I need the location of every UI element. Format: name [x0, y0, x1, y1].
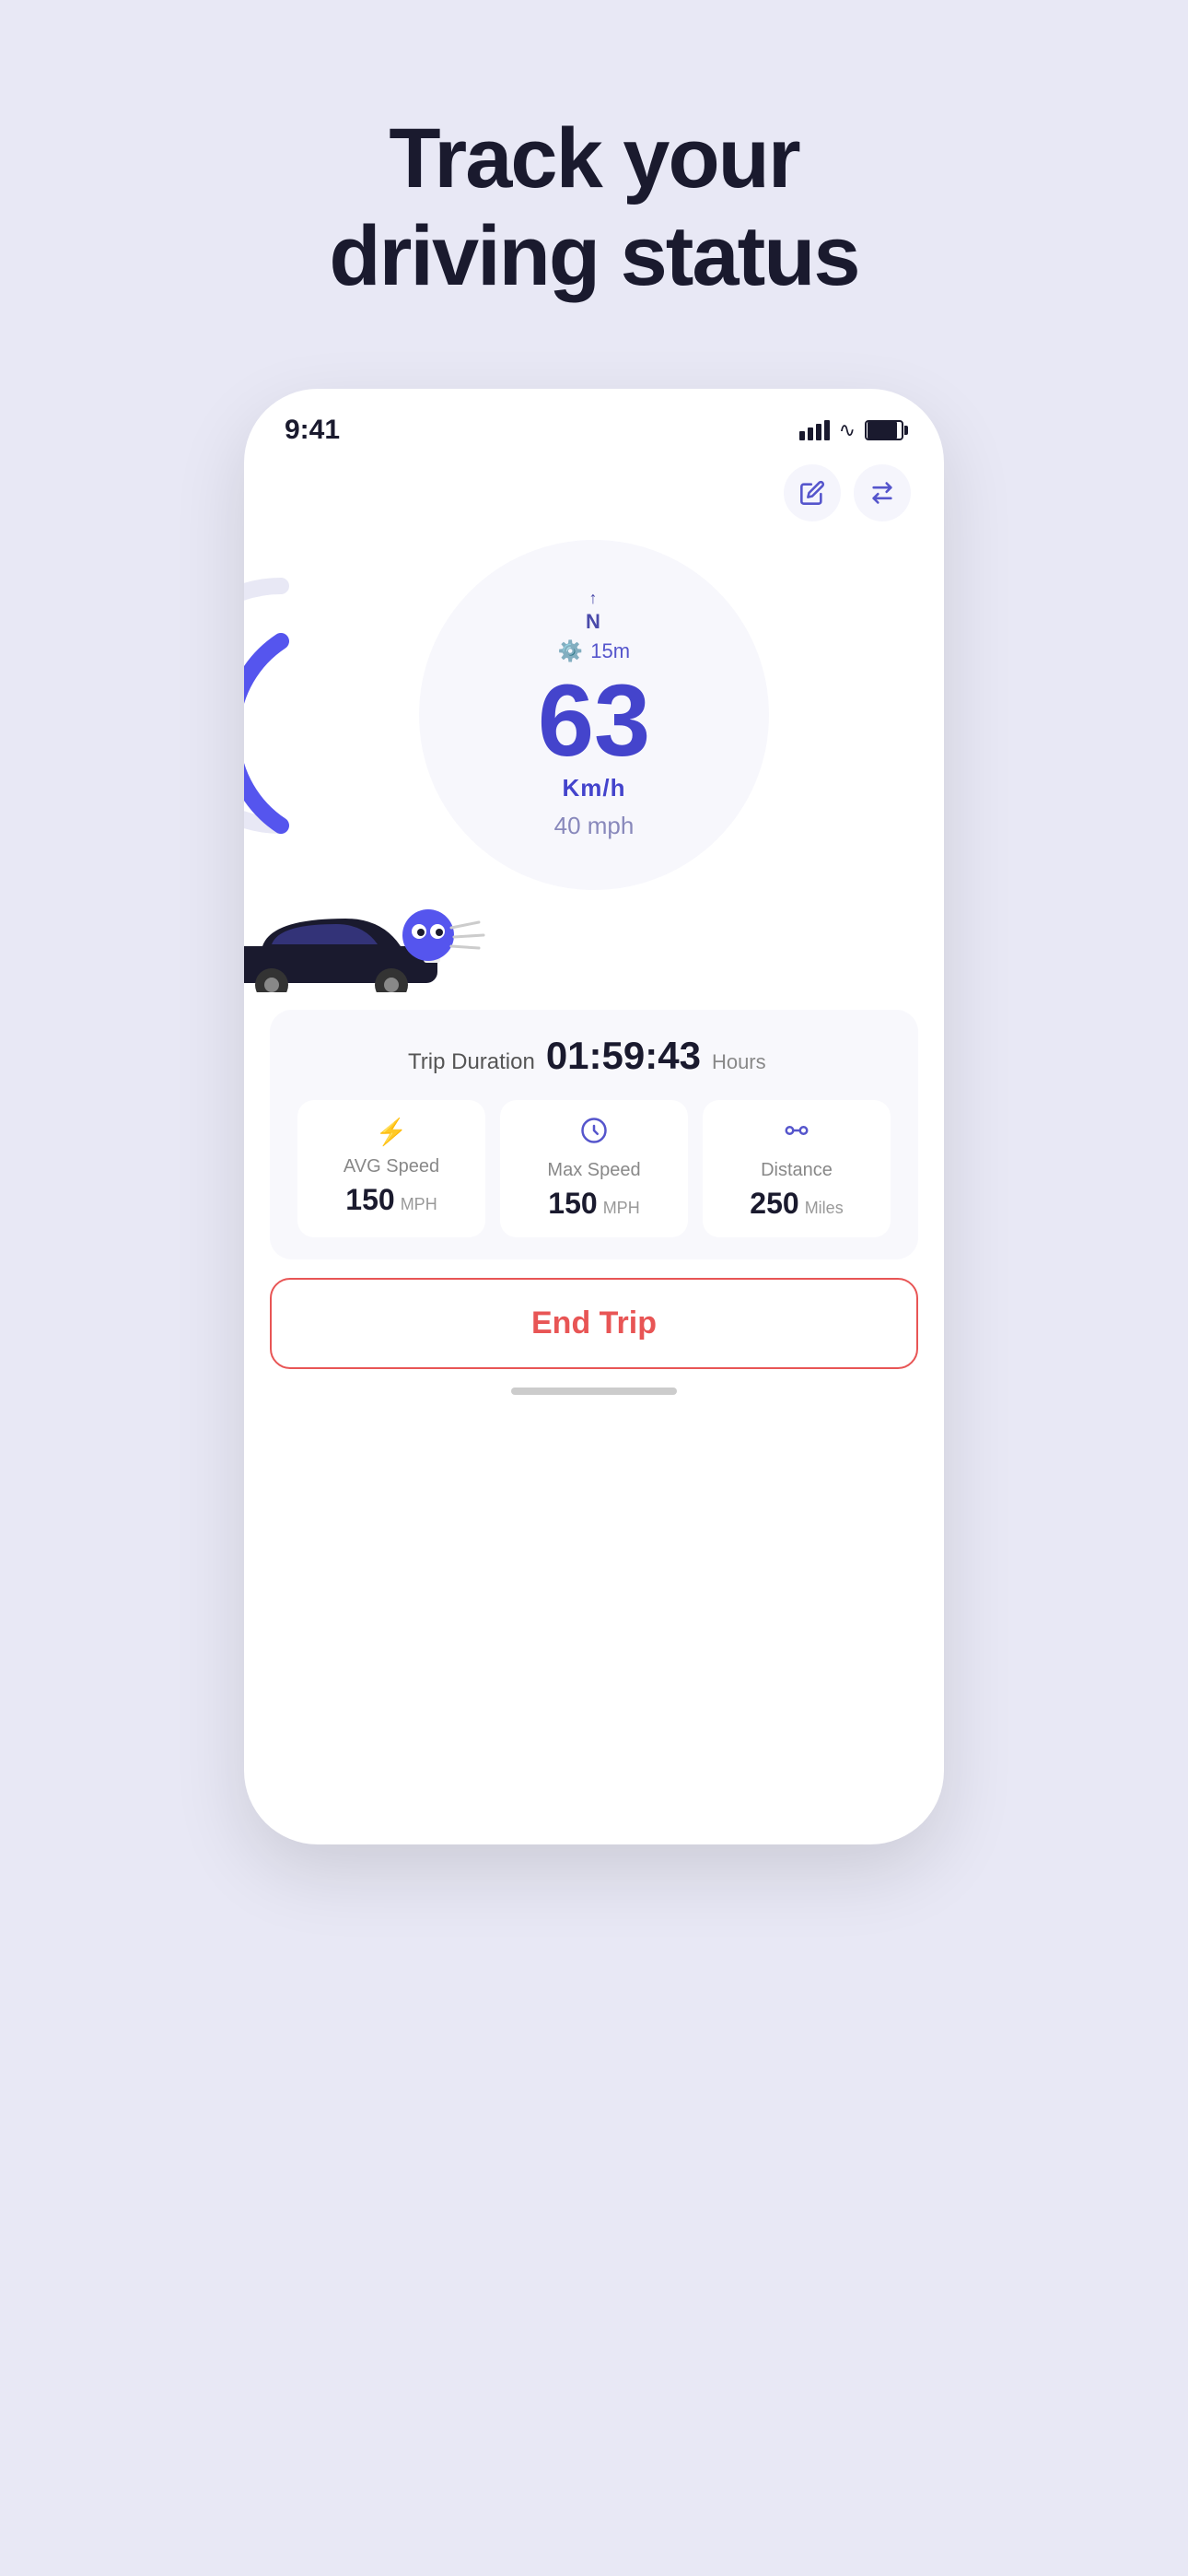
status-icons: ∿ [799, 418, 903, 442]
avg-speed-value: 150 [345, 1183, 394, 1217]
stat-max-speed: Max Speed 150 MPH [500, 1100, 688, 1237]
wifi-icon: ∿ [839, 418, 856, 442]
distance-value: 250 [750, 1187, 798, 1221]
stats-row: ⚡ AVG Speed 150 MPH Max Speed [297, 1100, 891, 1237]
speed-arc [244, 568, 299, 844]
distance-label: Distance [761, 1160, 833, 1181]
home-indicator [511, 1388, 677, 1395]
compass-label: ↑ N [586, 589, 602, 634]
max-speed-unit: MPH [603, 1199, 640, 1218]
max-speed-value: 150 [548, 1187, 597, 1221]
distance-unit: Miles [805, 1199, 844, 1218]
end-trip-label: End Trip [531, 1306, 657, 1341]
max-speed-icon [580, 1117, 608, 1151]
trip-duration-label: Trip Duration [408, 1049, 535, 1075]
car-area [244, 918, 944, 1010]
avg-speed-label: AVG Speed [344, 1156, 439, 1177]
trip-duration-unit: Hours [712, 1050, 766, 1074]
speedometer-container: ↑ N ⚙️ 15m 63 Km/h 40 mph [244, 521, 944, 890]
status-bar: 9:41 ∿ [244, 389, 944, 455]
car-svg [244, 909, 493, 992]
trip-card: Trip Duration 01:59:43 Hours ⚡ AVG Speed… [270, 1010, 918, 1259]
end-trip-button[interactable]: End Trip [270, 1278, 918, 1369]
avg-speed-icon: ⚡ [376, 1117, 408, 1147]
compass-arrow-icon: ↑ [588, 589, 599, 608]
edit-button[interactable] [784, 464, 841, 521]
max-speed-label: Max Speed [547, 1160, 640, 1181]
stat-avg-speed: ⚡ AVG Speed 150 MPH [297, 1100, 485, 1237]
page-title: Track your driving status [329, 111, 858, 306]
speed-unit: Km/h [563, 774, 626, 802]
car-illustration [244, 909, 493, 1010]
trip-duration-row: Trip Duration 01:59:43 Hours [408, 1034, 891, 1078]
speed-mph: 40 mph [554, 812, 635, 840]
action-buttons-row [244, 455, 944, 521]
trip-duration-value: 01:59:43 [546, 1034, 701, 1078]
stat-distance: Distance 250 Miles [703, 1100, 891, 1237]
speed-limit-icon: ⚙️ [558, 639, 583, 663]
speedometer-circle: ↑ N ⚙️ 15m 63 Km/h 40 mph [419, 540, 769, 890]
phone-frame: 9:41 ∿ [244, 389, 944, 1844]
status-time: 9:41 [285, 415, 340, 446]
signal-bars-icon [799, 420, 830, 440]
battery-icon [865, 420, 903, 440]
speed-value: 63 [538, 671, 650, 772]
avg-speed-unit: MPH [401, 1195, 437, 1214]
speed-limit-badge: ⚙️ 15m [558, 639, 630, 663]
route-button[interactable] [854, 464, 911, 521]
distance-icon [783, 1117, 810, 1151]
